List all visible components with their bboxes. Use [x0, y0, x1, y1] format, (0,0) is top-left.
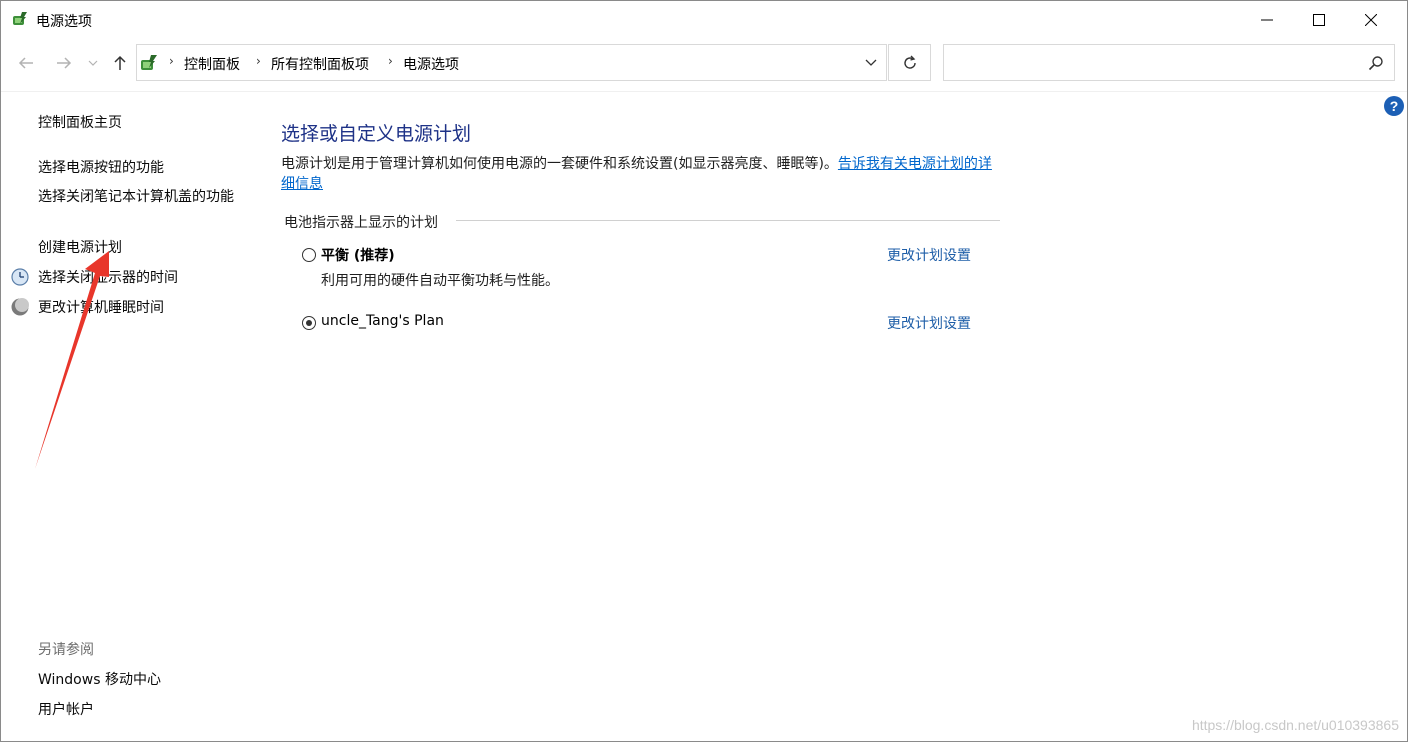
annotation-arrow — [35, 251, 109, 469]
power-options-window: 电源选项 › 控制面板 › 所有控制面板项 › 电源选项 ? 控制面板主页 选择… — [0, 0, 1408, 742]
watermark-text: https://blog.csdn.net/u010393865 — [1191, 717, 1399, 733]
